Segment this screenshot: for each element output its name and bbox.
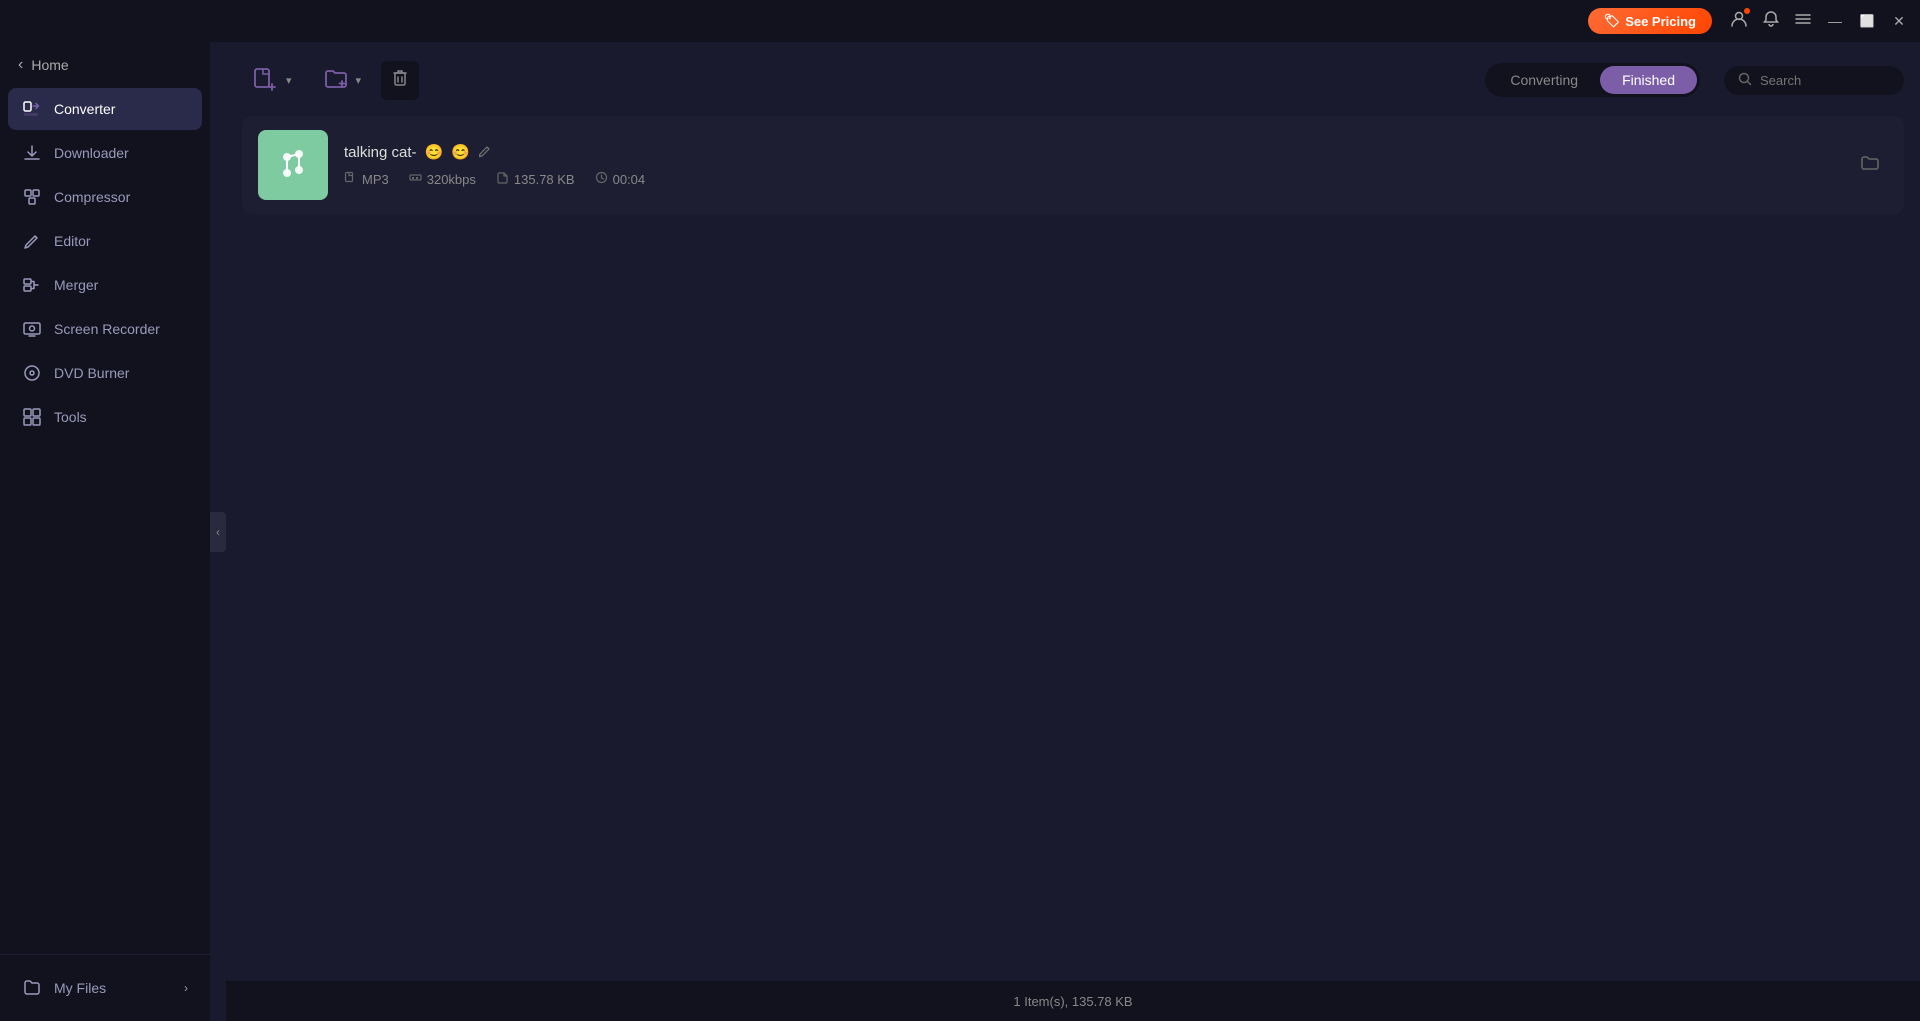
notification-icon[interactable] — [1762, 10, 1780, 33]
toolbar: ▾ ▾ Converting — [242, 58, 1904, 102]
bitrate-icon — [409, 171, 422, 187]
file-format: MP3 — [362, 172, 389, 187]
minimize-button[interactable]: — — [1826, 13, 1844, 29]
compressor-label: Compressor — [54, 189, 130, 205]
sidebar-item-my-files[interactable]: My Files › — [8, 967, 202, 1009]
converter-icon — [22, 99, 42, 119]
meta-bitrate: 320kbps — [409, 171, 476, 187]
open-folder-button[interactable] — [1852, 149, 1888, 182]
search-input[interactable] — [1760, 73, 1880, 88]
merger-label: Merger — [54, 277, 98, 293]
sidebar-item-dvd-burner[interactable]: DVD Burner — [8, 352, 202, 394]
maximize-button[interactable]: ⬜ — [1858, 14, 1876, 28]
file-edit-icon[interactable] — [478, 144, 492, 161]
file-emoji-2: 😊 — [451, 143, 470, 161]
search-box — [1724, 66, 1904, 95]
merger-icon — [22, 275, 42, 295]
screen-recorder-label: Screen Recorder — [54, 321, 160, 337]
window-controls: — ⬜ ✕ — [1730, 10, 1908, 33]
sidebar-home[interactable]: ‹ Home — [0, 42, 210, 88]
add-folder-button[interactable]: ▾ — [312, 58, 372, 102]
file-duration: 00:04 — [613, 172, 646, 187]
status-text: 1 Item(s), 135.78 KB — [1013, 994, 1132, 1009]
menu-icon[interactable] — [1794, 10, 1812, 33]
see-pricing-button[interactable]: 🏷 See Pricing — [1588, 8, 1712, 34]
dvd-burner-label: DVD Burner — [54, 365, 129, 381]
file-list: talking cat- 😊 😊 — [242, 116, 1904, 981]
tab-group: Converting Finished — [1485, 63, 1700, 97]
file-info: talking cat- 😊 😊 — [344, 143, 1836, 187]
tab-converting[interactable]: Converting — [1488, 66, 1600, 94]
tab-finished[interactable]: Finished — [1600, 66, 1697, 94]
downloader-icon — [22, 143, 42, 163]
table-row: talking cat- 😊 😊 — [242, 116, 1904, 214]
my-files-icon — [22, 978, 42, 998]
downloader-label: Downloader — [54, 145, 129, 161]
sidebar-item-tools[interactable]: Tools — [8, 396, 202, 438]
sidebar-bottom: My Files › — [0, 954, 210, 1021]
my-files-label: My Files — [54, 980, 106, 996]
file-thumbnail — [258, 130, 328, 200]
sidebar-item-compressor[interactable]: Compressor — [8, 176, 202, 218]
see-pricing-label: See Pricing — [1625, 14, 1696, 29]
pricing-icon: 🏷 — [1604, 13, 1621, 29]
meta-format: MP3 — [344, 171, 389, 187]
home-label: Home — [31, 57, 68, 73]
sidebar-item-editor[interactable]: Editor — [8, 220, 202, 262]
editor-icon — [22, 231, 42, 251]
sidebar-item-merger[interactable]: Merger — [8, 264, 202, 306]
close-button[interactable]: ✕ — [1890, 13, 1908, 30]
editor-label: Editor — [54, 233, 91, 249]
dvd-burner-icon — [22, 363, 42, 383]
sidebar: ‹ Home Converter — [0, 42, 210, 1021]
file-bitrate: 320kbps — [427, 172, 476, 187]
converter-label: Converter — [54, 101, 115, 117]
file-meta: MP3 320kbps — [344, 171, 1836, 187]
add-file-dropdown-icon: ▾ — [286, 74, 292, 87]
file-name: talking cat- — [344, 144, 417, 161]
duration-icon — [595, 171, 608, 187]
app-layout: ‹ Home Converter — [0, 42, 1920, 1021]
collapse-handle-inner: ‹ — [210, 512, 226, 552]
sidebar-collapse-handle[interactable]: ‹ — [210, 42, 226, 1021]
meta-duration: 00:04 — [595, 171, 646, 187]
add-file-button[interactable]: ▾ — [242, 58, 302, 102]
my-files-arrow-icon: › — [184, 981, 188, 995]
sidebar-item-screen-recorder[interactable]: Screen Recorder — [8, 308, 202, 350]
file-title-row: talking cat- 😊 😊 — [344, 143, 1836, 161]
file-filesize: 135.78 KB — [514, 172, 575, 187]
collapse-chevron-icon: ‹ — [216, 525, 220, 539]
search-icon — [1738, 72, 1752, 89]
format-icon — [344, 171, 357, 187]
tools-label: Tools — [54, 409, 87, 425]
tools-icon — [22, 407, 42, 427]
filesize-icon — [496, 171, 509, 187]
title-bar: 🏷 See Pricing — ⬜ ✕ — [0, 0, 1920, 42]
home-chevron-icon: ‹ — [18, 56, 23, 74]
sidebar-nav: Converter Downloader — [0, 88, 210, 954]
clear-all-button[interactable] — [381, 61, 419, 100]
sidebar-item-downloader[interactable]: Downloader — [8, 132, 202, 174]
meta-filesize: 135.78 KB — [496, 171, 575, 187]
file-emoji-1: 😊 — [425, 143, 444, 161]
main-content: ▾ ▾ Converting — [226, 42, 1920, 1021]
sidebar-item-converter[interactable]: Converter — [8, 88, 202, 130]
user-icon[interactable] — [1730, 10, 1748, 33]
screen-recorder-icon — [22, 319, 42, 339]
add-folder-dropdown-icon: ▾ — [356, 74, 362, 87]
status-bar: 1 Item(s), 135.78 KB — [226, 981, 1920, 1021]
compressor-icon — [22, 187, 42, 207]
